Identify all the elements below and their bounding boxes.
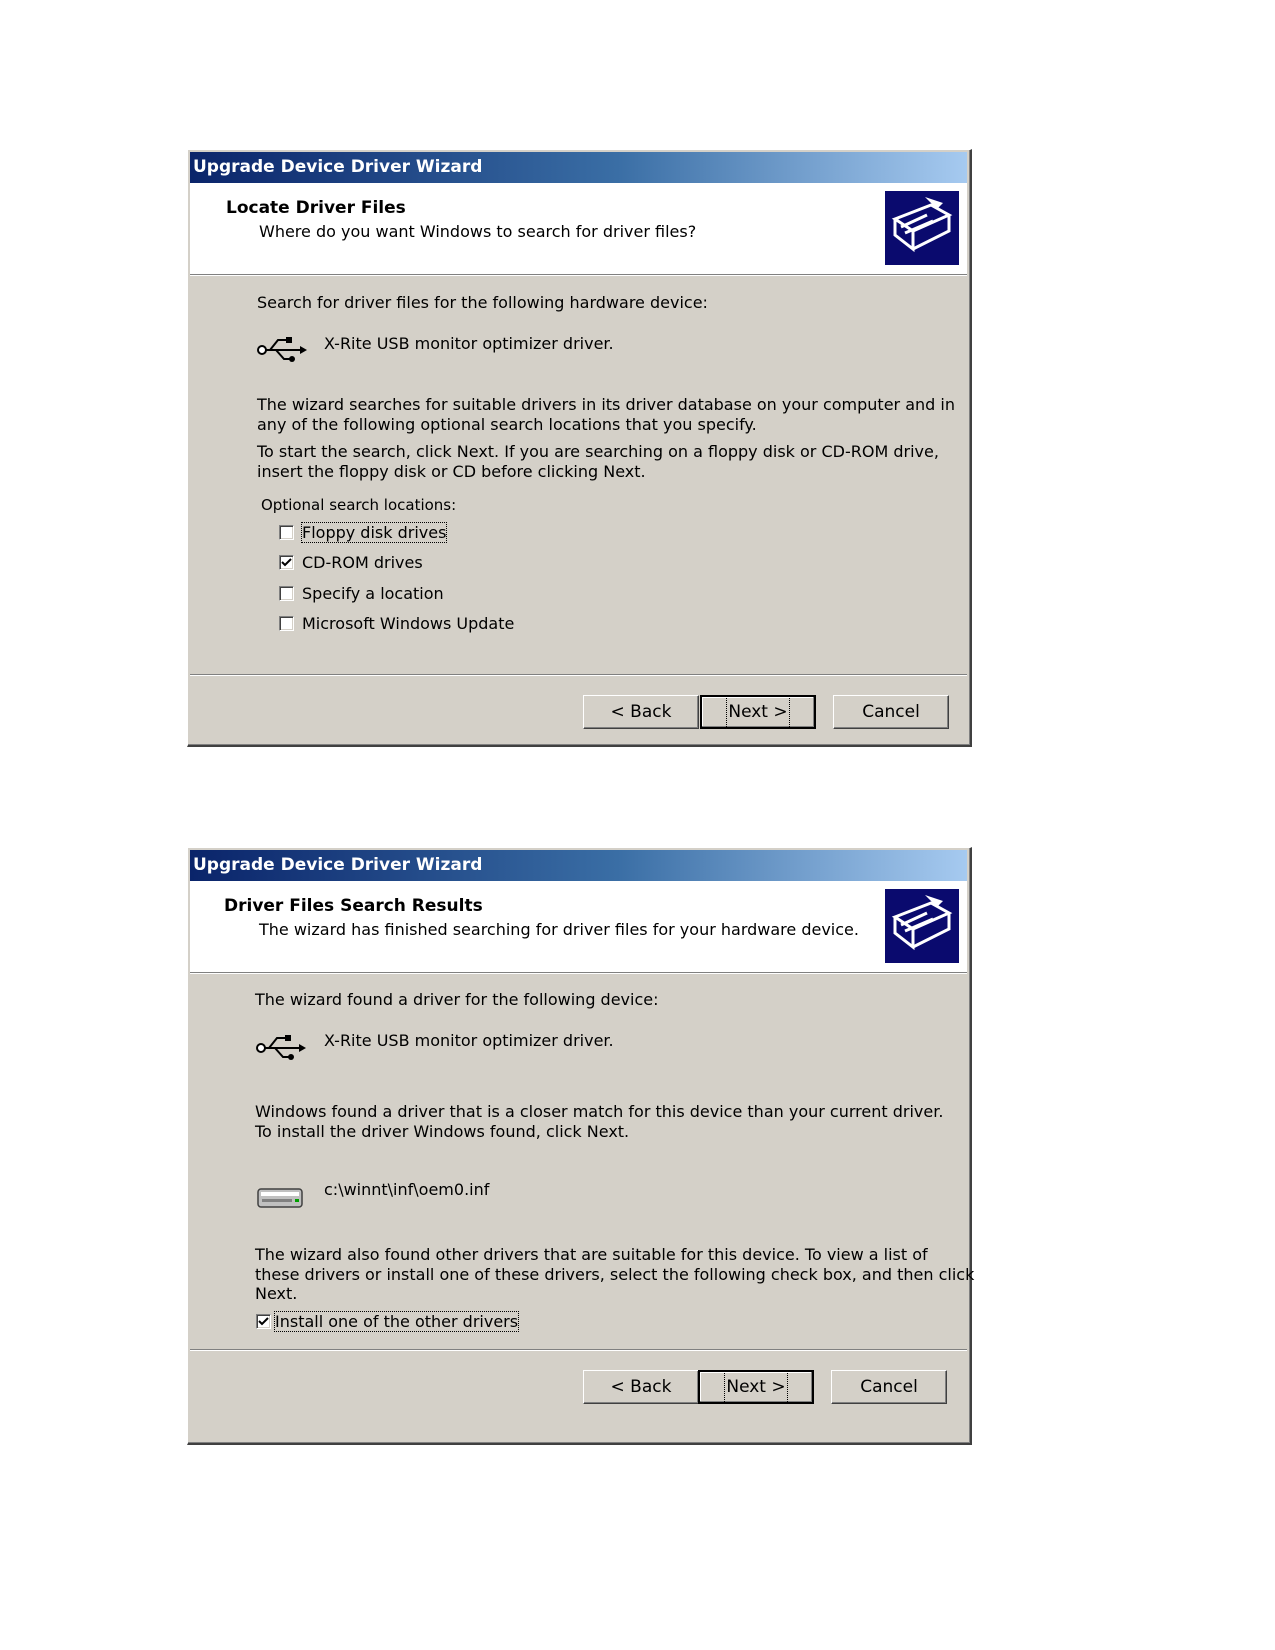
header-title: Locate Driver Files [226,198,406,218]
usb-icon [255,1032,307,1062]
checkbox-label[interactable]: Floppy disk drives [300,521,448,543]
intro-text: Search for driver files for the followin… [257,293,708,312]
checkbox-specify-location[interactable]: Specify a location [279,582,444,604]
checkbox-box[interactable] [279,554,294,570]
cancel-button[interactable]: Cancel [831,1370,947,1404]
checkbox-box[interactable] [279,615,294,631]
wizard-body: The wizard found a driver for the follow… [190,974,974,1443]
wizard-body: Search for driver files for the followin… [190,276,967,745]
checkmark-icon [258,1316,269,1325]
instruction-line: insert the floppy disk or CD before clic… [257,462,646,481]
other-drivers-line: The wizard also found other drivers that… [255,1245,928,1264]
device-name: X-Rite USB monitor optimizer driver. [324,1031,614,1050]
drive-icon [257,1186,305,1210]
wizard-header: Driver Files Search Results The wizard h… [190,881,967,974]
checkbox-label[interactable]: CD-ROM drives [302,553,423,572]
usb-icon [256,334,308,364]
next-button[interactable]: Next > [698,1370,814,1404]
description-line: Windows found a driver that is a closer … [255,1102,944,1121]
other-drivers-line: these drivers or install one of these dr… [255,1265,975,1284]
checkbox-box[interactable] [279,524,294,540]
title-bar: Upgrade Device Driver Wizard [190,850,967,881]
cancel-button[interactable]: Cancel [833,695,949,729]
wizard-header: Locate Driver Files Where do you want Wi… [190,183,967,276]
back-button[interactable]: < Back [583,695,699,729]
back-button[interactable]: < Back [583,1370,699,1404]
driver-path: c:\winnt\inf\oem0.inf [324,1180,490,1199]
header-subtitle: Where do you want Windows to search for … [259,222,697,241]
checkmark-icon [281,557,292,566]
checkbox-label[interactable]: Install one of the other drivers [273,1310,520,1332]
checkbox-cdrom[interactable]: CD-ROM drives [279,551,423,573]
checkbox-box[interactable] [256,1313,271,1329]
checkbox-label[interactable]: Specify a location [302,584,444,603]
device-name: X-Rite USB monitor optimizer driver. [324,334,614,353]
wizard-hardware-icon [885,889,959,963]
header-subtitle: The wizard has finished searching for dr… [259,920,859,939]
checkbox-box[interactable] [279,585,294,601]
checkbox-floppy[interactable]: Floppy disk drives [279,521,448,543]
wizard-hardware-icon [885,191,959,265]
wizard-dialog-results: Upgrade Device Driver Wizard Driver File… [187,847,974,1445]
description-line: any of the following optional search loc… [257,415,757,434]
description-line: To install the driver Windows found, cli… [255,1122,630,1141]
wizard-dialog-locate: Upgrade Device Driver Wizard Locate Driv… [187,149,972,747]
checkbox-install-other[interactable]: Install one of the other drivers [256,1310,520,1332]
other-drivers-line: Next. [255,1284,298,1303]
next-button[interactable]: Next > [700,695,816,729]
button-separator [190,674,967,676]
instruction-line: To start the search, click Next. If you … [257,442,939,461]
checkbox-windows-update[interactable]: Microsoft Windows Update [279,612,514,634]
optional-locations-label: Optional search locations: [261,496,457,514]
header-title: Driver Files Search Results [224,896,483,916]
intro-text: The wizard found a driver for the follow… [255,990,659,1009]
button-separator [190,1349,967,1351]
checkbox-label[interactable]: Microsoft Windows Update [302,614,514,633]
description-line: The wizard searches for suitable drivers… [257,395,955,414]
title-bar: Upgrade Device Driver Wizard [190,152,967,183]
